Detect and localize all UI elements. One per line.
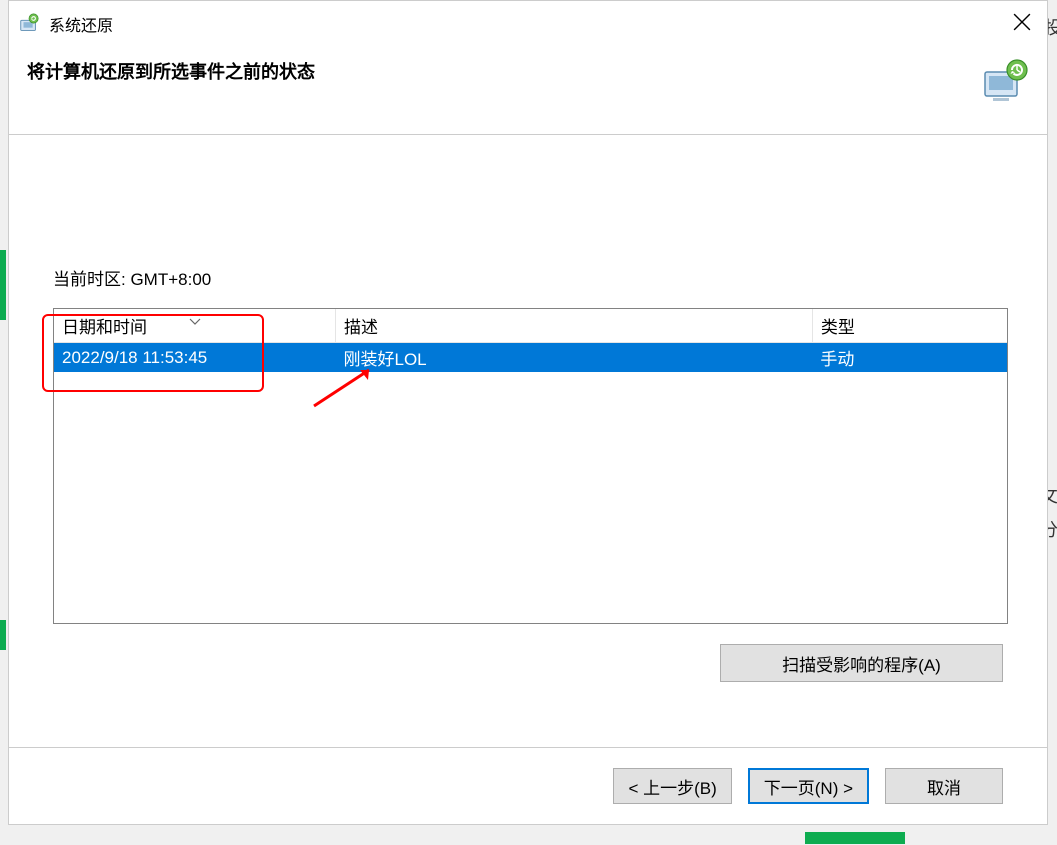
cell-type: 手动: [812, 343, 1007, 373]
next-button-label: 下一页(N) >: [764, 779, 853, 798]
back-button-label: < 上一步(B): [628, 779, 716, 798]
system-restore-icon: [17, 12, 41, 36]
background-stripe: [0, 250, 6, 320]
timezone-label: 当前时区: GMT+8:00: [53, 265, 1003, 290]
scan-affected-programs-button[interactable]: 扫描受影响的程序(A): [720, 644, 1003, 682]
close-button[interactable]: [1007, 7, 1037, 37]
cell-date: 2022/9/18 11:53:45: [54, 343, 336, 373]
titlebar: 系统还原: [9, 1, 1047, 46]
background-stripe: [0, 620, 6, 650]
chevron-down-icon: [189, 311, 201, 331]
restore-points-table: 日期和时间 描述 类型: [53, 308, 1008, 624]
background-stripe: [805, 832, 905, 844]
content-area: 当前时区: GMT+8:00 日期和时间: [9, 135, 1047, 699]
column-header-type-label: 类型: [821, 318, 855, 337]
column-header-date[interactable]: 日期和时间: [54, 309, 336, 343]
page-title: 将计算机还原到所选事件之前的状态: [27, 58, 315, 84]
cancel-button-label: 取消: [927, 779, 961, 798]
window-title: 系统还原: [49, 12, 113, 36]
cancel-button[interactable]: 取消: [885, 768, 1003, 804]
next-button[interactable]: 下一页(N) >: [748, 768, 869, 804]
cell-description: 刚装好LOL: [336, 343, 813, 373]
system-restore-window: 系统还原 将计算机还原到所选事件之前的状态 当前时区: GMT+8:00: [8, 0, 1048, 825]
scan-button-label: 扫描受影响的程序(A): [782, 656, 941, 675]
header-section: 将计算机还原到所选事件之前的状态: [9, 46, 1047, 134]
column-header-type[interactable]: 类型: [812, 309, 1007, 343]
column-header-description-label: 描述: [344, 318, 378, 337]
column-header-date-label: 日期和时间: [62, 318, 147, 337]
button-row: < 上一步(B) 下一页(N) > 取消: [9, 748, 1047, 824]
system-restore-large-icon: [981, 58, 1029, 106]
table-row[interactable]: 2022/9/18 11:53:45 刚装好LOL 手动: [54, 343, 1007, 373]
column-header-description[interactable]: 描述: [336, 309, 813, 343]
back-button[interactable]: < 上一步(B): [613, 768, 731, 804]
